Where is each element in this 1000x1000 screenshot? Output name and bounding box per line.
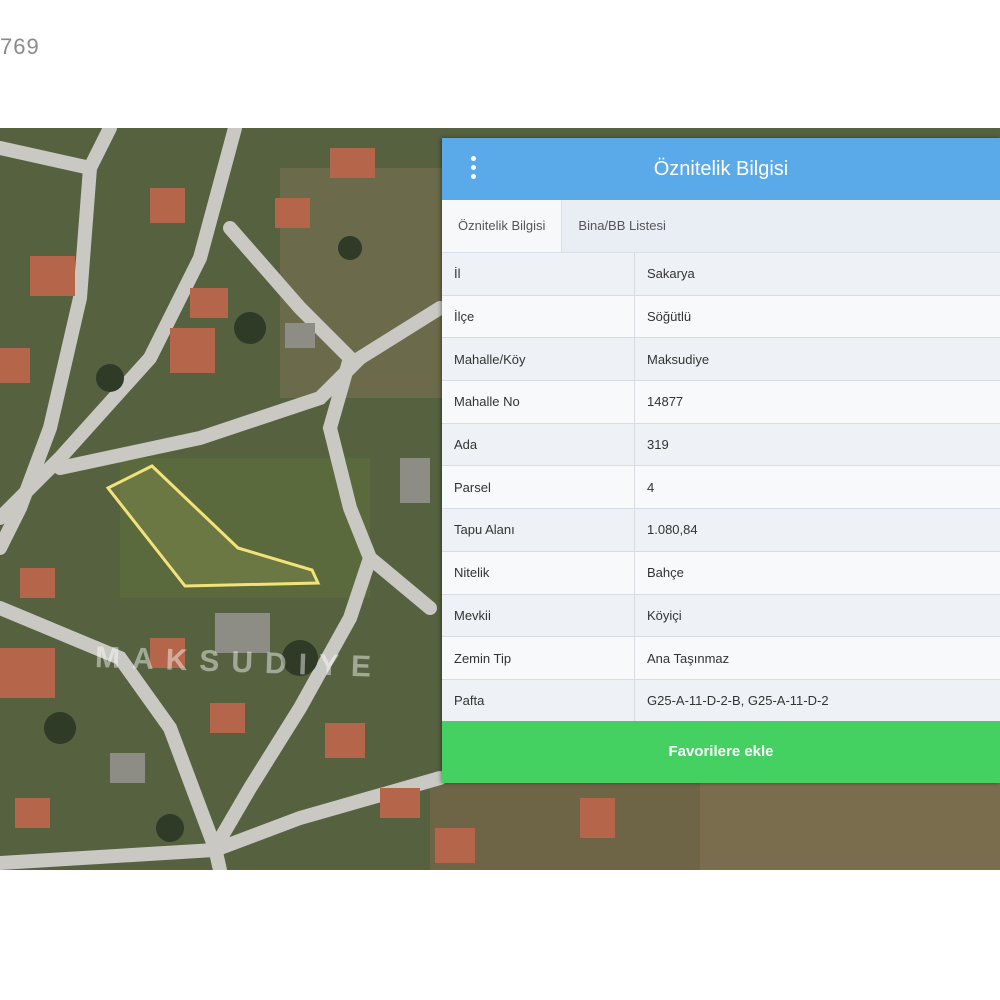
corner-id-text: 769	[0, 34, 40, 59]
table-row: Parsel 4	[442, 465, 1000, 510]
row-value: G25-A-11-D-2-B, G25-A-11-D-2	[634, 679, 1000, 723]
table-row: Mevkii Köyiçi	[442, 594, 1000, 638]
row-key: Mevkii	[442, 594, 635, 638]
table-row: Nitelik Bahçe	[442, 551, 1000, 595]
table-row: Mahalle/Köy Maksudiye	[442, 337, 1000, 382]
panel-title: Öznitelik Bilgisi	[653, 158, 789, 180]
table-row: Tapu Alanı 1.080,84	[442, 508, 1000, 552]
row-value: Ana Taşınmaz	[634, 636, 1000, 680]
row-key: Parsel	[442, 465, 635, 510]
add-to-favorites-button[interactable]: Favorilere ekle	[442, 721, 1000, 783]
tab-attribute-info[interactable]: Öznitelik Bilgisi	[442, 200, 563, 252]
row-key: İl	[442, 253, 635, 296]
row-key: Pafta	[442, 679, 635, 723]
table-row: Pafta G25-A-11-D-2-B, G25-A-11-D-2	[442, 679, 1000, 723]
row-key: Mahalle No	[442, 380, 635, 424]
row-value: Bahçe	[634, 551, 1000, 595]
row-key: Mahalle/Köy	[442, 337, 635, 382]
row-value: Maksudiye	[634, 337, 1000, 382]
row-value: Köyiçi	[634, 594, 1000, 638]
attribute-table: İl Sakarya İlçe Söğütlü Mahalle/Köy Maksudi…	[442, 253, 1000, 723]
row-value: 1.080,84	[634, 508, 1000, 552]
tab-building-list[interactable]: Bina/BB Listesi	[562, 200, 681, 252]
row-value: Sakarya	[634, 253, 1000, 296]
row-key: Ada	[442, 423, 635, 467]
table-row: İlçe Söğütlü	[442, 295, 1000, 339]
row-key: Zemin Tip	[442, 636, 635, 680]
row-value: 319	[634, 423, 1000, 467]
row-key: Nitelik	[442, 551, 635, 595]
row-key: İlçe	[442, 295, 635, 339]
panel-tabs: Öznitelik Bilgisi Bina/BB Listesi	[442, 200, 1000, 253]
table-row: Zemin Tip Ana Taşınmaz	[442, 636, 1000, 680]
panel-header: Öznitelik Bilgisi	[442, 138, 1000, 200]
table-row: Ada 319	[442, 423, 1000, 467]
row-key: Tapu Alanı	[442, 508, 635, 552]
row-value: 14877	[634, 380, 1000, 424]
attribute-panel: Öznitelik Bilgisi Öznitelik Bilgisi Bina…	[442, 138, 1000, 783]
table-row: İl Sakarya	[442, 253, 1000, 296]
row-value: 4	[634, 465, 1000, 510]
table-row: Mahalle No 14877	[442, 380, 1000, 424]
row-value: Söğütlü	[634, 295, 1000, 339]
